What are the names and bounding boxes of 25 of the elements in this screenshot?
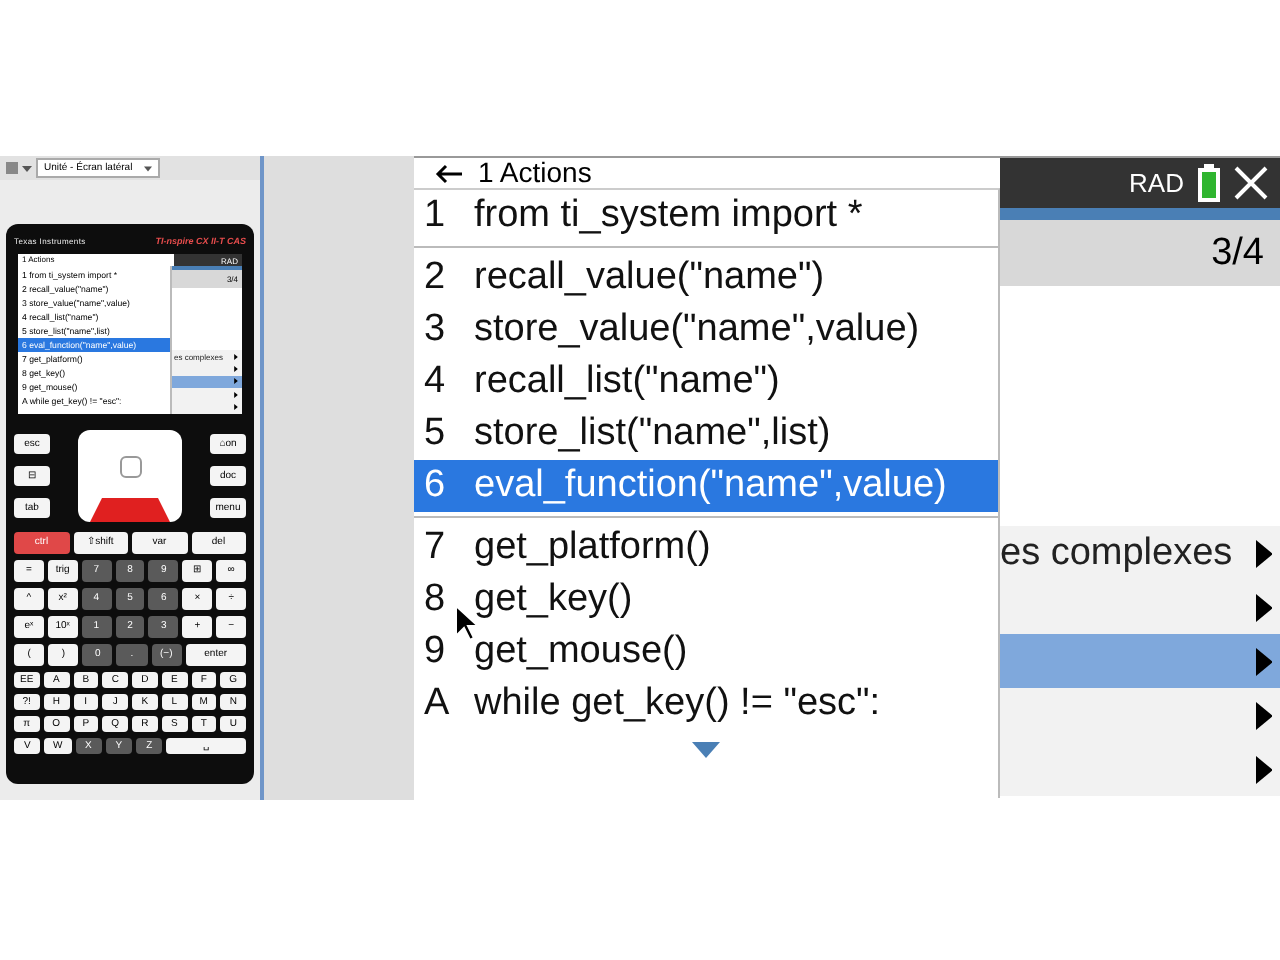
submenu-label: es complexes [1000, 531, 1233, 575]
submenu-arrow-icon [1255, 701, 1272, 729]
menu-item[interactable]: 2 recall_value("name") [414, 252, 998, 304]
menu-item[interactable]: 1 from ti_system import * [414, 190, 998, 242]
menu-item[interactable]: A while get_key() != "esc": [414, 678, 998, 730]
back-arrow-icon[interactable] [434, 163, 462, 183]
menu-title: 1 Actions [478, 158, 592, 188]
menu-item[interactable]: 9 get_mouse() [414, 626, 998, 678]
submenu-arrow-icon [1255, 593, 1272, 621]
menu-item[interactable]: 4 recall_list("name") [414, 356, 998, 408]
menu-item[interactable]: 5 store_list("name",list) [414, 408, 998, 460]
menu-item[interactable]: 3 store_value("name",value) [414, 304, 998, 356]
caret-icon [144, 165, 153, 171]
mode-label: RAD [1129, 168, 1184, 198]
submenu-arrow-icon [1255, 755, 1272, 783]
menu-item[interactable]: 6 eval_function("name",value) [414, 460, 998, 512]
battery-icon [1196, 163, 1222, 203]
touchpad[interactable] [78, 430, 182, 522]
caret-icon[interactable] [22, 165, 32, 171]
close-icon[interactable] [1234, 166, 1268, 200]
menu-item[interactable]: 8 get_key() [414, 574, 998, 626]
menu-item[interactable]: 7 get_platform() [414, 522, 998, 574]
page-counter: 3/4 [1211, 231, 1264, 275]
submenu-arrow-icon [1255, 647, 1272, 675]
submenu-arrow-icon [1255, 539, 1272, 567]
